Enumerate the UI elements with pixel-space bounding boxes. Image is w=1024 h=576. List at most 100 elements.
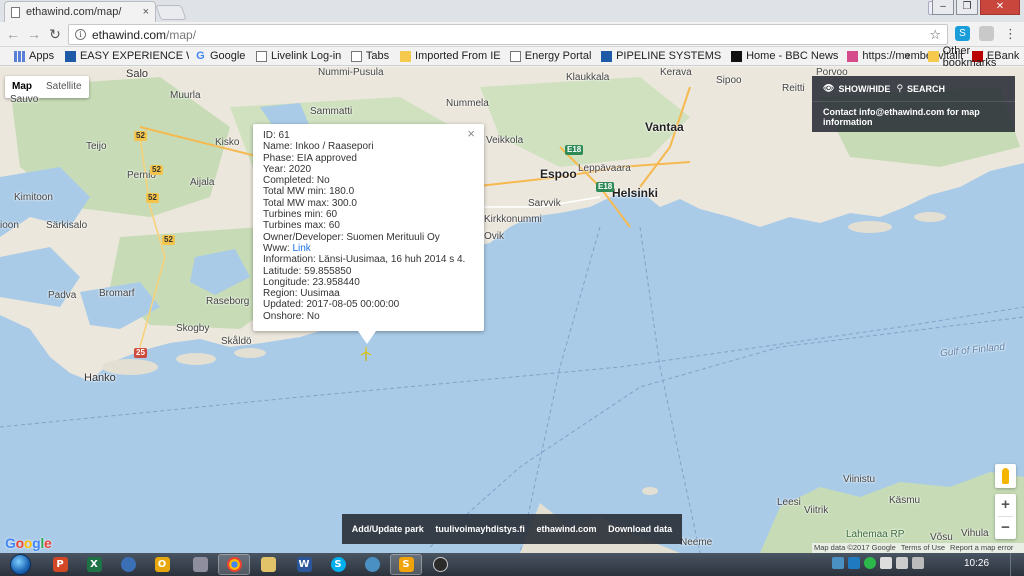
- download-data-link[interactable]: Download data: [608, 524, 672, 534]
- skype-icon: S: [330, 557, 346, 572]
- tray-icon[interactable]: [864, 557, 876, 569]
- tray-icon[interactable]: [832, 557, 844, 569]
- address-bar[interactable]: i ethawind.com/map/ ☆: [68, 24, 948, 45]
- taskbar-app[interactable]: [184, 554, 216, 575]
- signal-icon[interactable]: [896, 557, 908, 569]
- report-map-error-link[interactable]: Report a map error: [950, 543, 1013, 553]
- place-label: Kisko: [215, 137, 240, 148]
- zoom-in-button[interactable]: +: [995, 494, 1016, 516]
- street-view-pegman-icon[interactable]: [995, 464, 1016, 488]
- taskbar-skype-business[interactable]: S: [390, 554, 422, 575]
- app-icon: [192, 557, 208, 572]
- maximize-icon[interactable]: ❐: [956, 0, 978, 15]
- place-label: Raseborg: [206, 296, 250, 307]
- system-tray: [832, 557, 924, 569]
- page-icon: [509, 50, 521, 62]
- volume-icon[interactable]: [912, 557, 924, 569]
- new-tab-button[interactable]: [155, 5, 187, 20]
- place-label: Kerava: [660, 67, 692, 78]
- bookmark-star-icon[interactable]: ☆: [929, 27, 941, 43]
- browser-toolbar: ← → ↻ i ethawind.com/map/ ☆: [0, 22, 1024, 47]
- taskbar-media[interactable]: [112, 554, 144, 575]
- add-update-park-link[interactable]: Add/Update park: [352, 524, 424, 534]
- minimize-icon[interactable]: –: [932, 0, 954, 15]
- media-player-icon: [120, 557, 136, 572]
- info-line: ID: 61: [263, 130, 290, 141]
- info-window-close-icon[interactable]: ×: [467, 127, 475, 140]
- place-label: Leppävaara: [578, 163, 631, 174]
- start-button[interactable]: [2, 553, 38, 576]
- info-line: Phase: EIA approved: [263, 152, 357, 164]
- place-label: Sarvvik: [528, 198, 561, 209]
- browser-tab[interactable]: ethawind.com/map/ ×: [4, 1, 156, 22]
- eye-icon: 👁: [823, 83, 835, 93]
- info-window-tail: [358, 331, 376, 344]
- bookmark-pipeline-systems[interactable]: PIPELINE SYSTEMS EN: [595, 50, 725, 62]
- tab-close-button[interactable]: ×: [143, 6, 149, 18]
- windows-logo-icon: [9, 554, 31, 575]
- road-shield: 25: [134, 348, 147, 358]
- bookmarks-overflow-button[interactable]: »: [904, 50, 910, 62]
- wind-turbine-marker-icon[interactable]: [360, 347, 372, 361]
- url-text[interactable]: ethawind.com/map/: [92, 28, 196, 42]
- taskbar-clock[interactable]: 10:26: [964, 558, 989, 569]
- back-arrow-icon[interactable]: ←: [4, 26, 22, 42]
- taskbar-chrome[interactable]: [218, 554, 250, 575]
- menu-icon[interactable]: ⋮: [1003, 26, 1018, 41]
- bbc-icon: [731, 50, 743, 62]
- bookmark-apps[interactable]: Apps: [8, 50, 59, 62]
- info-line: Turbines max: 60: [263, 220, 340, 232]
- windows-taskbar: P X O W S S 10:26: [0, 553, 1024, 576]
- tray-icon[interactable]: [880, 557, 892, 569]
- place-label: Espoo: [540, 167, 577, 181]
- tuulivoimayhdistys-link[interactable]: tuulivoimayhdistys.fi: [435, 524, 525, 534]
- show-desktop-button[interactable]: [1010, 553, 1024, 576]
- taskbar-network[interactable]: [356, 554, 388, 575]
- place-label: Kimitoon: [14, 192, 53, 203]
- map-type-satellite-button[interactable]: Satellite: [39, 76, 89, 98]
- reload-icon[interactable]: ↻: [46, 26, 64, 42]
- skype-extension-icon[interactable]: S: [955, 26, 970, 41]
- taskbar-outlook[interactable]: O: [146, 554, 178, 575]
- place-label: Nummela: [446, 98, 489, 109]
- terms-of-use-link[interactable]: Terms of Use: [901, 543, 945, 553]
- info-line: Turbines min: 60: [263, 209, 338, 221]
- extension-icon[interactable]: [979, 26, 994, 41]
- bookmarks-bar: Apps EASY EXPERIENCE WE GGoogle Livelink…: [0, 47, 1024, 66]
- bookmark-livelink[interactable]: Livelink Log-in: [250, 50, 345, 62]
- zoom-out-button[interactable]: −: [995, 517, 1016, 539]
- info-icon[interactable]: i: [75, 29, 86, 40]
- bookmark-tabs[interactable]: Tabs: [345, 50, 394, 62]
- tray-icon[interactable]: [848, 557, 860, 569]
- forward-arrow-icon[interactable]: →: [25, 26, 43, 42]
- window-close-icon[interactable]: ✕: [980, 0, 1020, 15]
- place-label: Klaukkala: [566, 72, 610, 83]
- road-shield: 52: [150, 165, 163, 175]
- skype-business-icon: S: [398, 557, 414, 572]
- place-label: Kirkkonummi: [484, 214, 542, 225]
- folder-icon: [928, 51, 939, 62]
- show-hide-search-button[interactable]: 👁 SHOW/HIDE ⚲ SEARCH: [812, 76, 1015, 102]
- other-bookmarks[interactable]: Other bookmarks: [928, 45, 1024, 69]
- taskbar-explorer[interactable]: [252, 554, 284, 575]
- taskbar-skype[interactable]: S: [322, 554, 354, 575]
- taskbar-app2[interactable]: [424, 554, 456, 575]
- bookmark-google[interactable]: G Google: [189, 50, 250, 62]
- zoom-control: + −: [995, 494, 1016, 539]
- app-icon: [432, 557, 448, 572]
- bookmark-energy-portal[interactable]: Energy Portal: [504, 50, 595, 62]
- info-line-www: Www: Link: [263, 242, 311, 254]
- map-canvas[interactable]: Map Satellite Salo Muurla Nummi-Pusula S…: [0, 67, 1024, 553]
- info-line: Updated: 2017-08-05 00:00:00: [263, 299, 400, 311]
- info-www-link[interactable]: Link: [292, 243, 310, 254]
- bookmark-bbc-news[interactable]: Home - BBC News: [725, 50, 841, 62]
- taskbar-word[interactable]: W: [288, 554, 320, 575]
- ethawind-link[interactable]: ethawind.com: [537, 524, 597, 534]
- taskbar-powerpoint[interactable]: P: [44, 554, 76, 575]
- bookmark-easy-experience[interactable]: EASY EXPERIENCE WE: [59, 50, 189, 62]
- taskbar-excel[interactable]: X: [78, 554, 110, 575]
- bookmark-imported-from-ie[interactable]: Imported From IE: [394, 50, 504, 62]
- info-line: Name: Inkoo / Raasepori: [263, 141, 374, 153]
- google-icon: G: [196, 50, 205, 62]
- place-label: Padva: [48, 290, 77, 301]
